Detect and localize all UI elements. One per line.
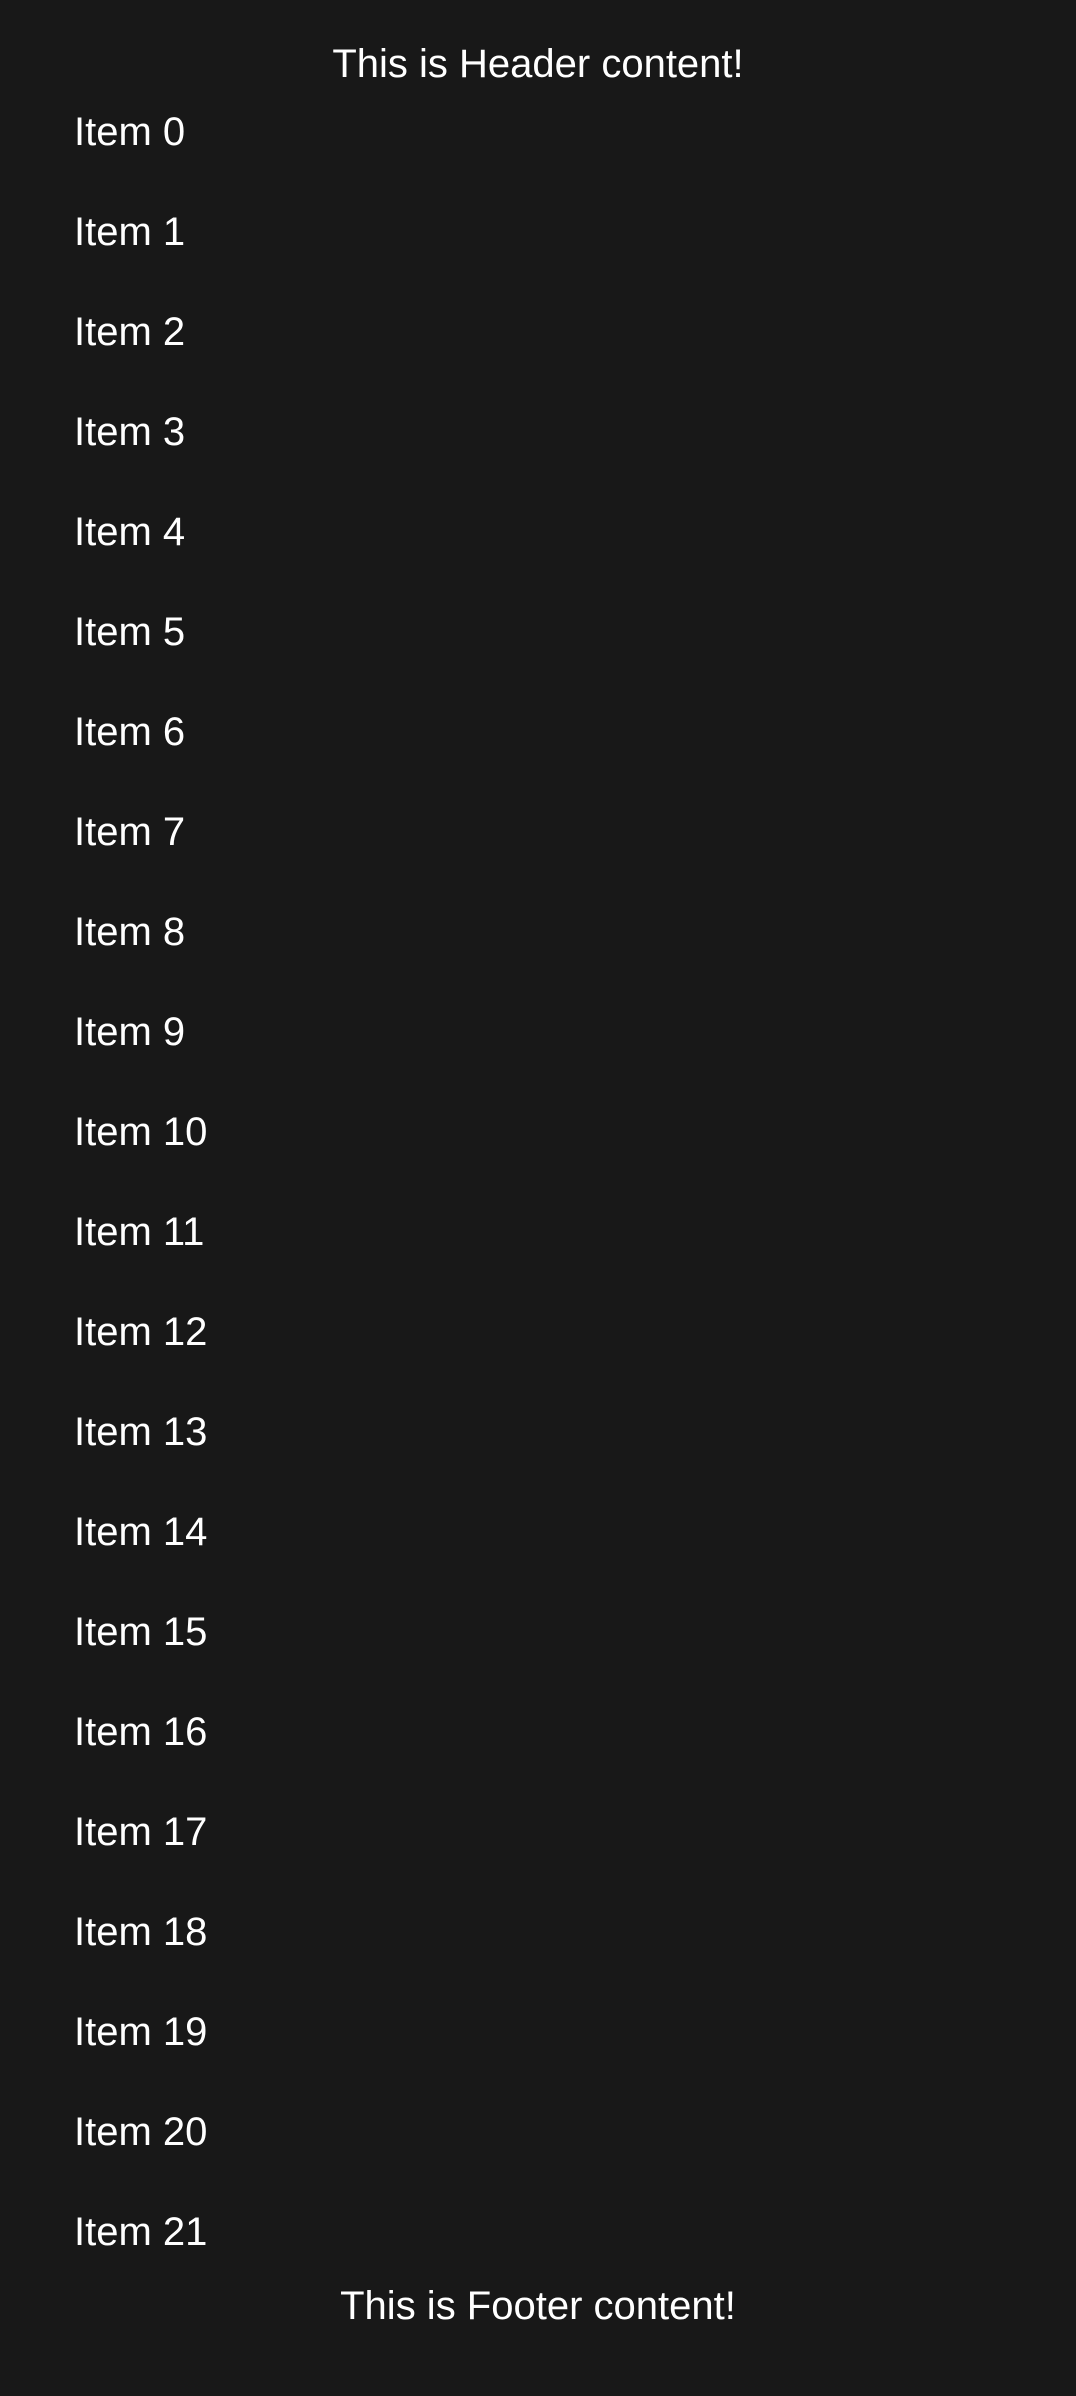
- list-item-label: Item 17: [74, 1810, 208, 1854]
- header-text: This is Header content!: [332, 42, 744, 86]
- list-item-label: Item 12: [74, 1310, 208, 1354]
- list-item-label: Item 10: [74, 1110, 208, 1154]
- list-item-label: Item 14: [74, 1510, 208, 1554]
- list-item-label: Item 3: [74, 410, 186, 454]
- item-list: Item 0 Item 1 Item 2 Item 3 Item 4 Item …: [0, 112, 1076, 2270]
- list-item-label: Item 8: [74, 910, 186, 954]
- list-item-label: Item 16: [74, 1710, 208, 1754]
- list-item-label: Item 11: [74, 1210, 205, 1254]
- list-item-label: Item 6: [74, 710, 186, 754]
- list-item-label: Item 19: [74, 2010, 208, 2054]
- list-item-label: Item 15: [74, 1610, 208, 1654]
- list-item-label: Item 18: [74, 1910, 208, 1954]
- list-item-label: Item 0: [74, 112, 186, 154]
- list-item-label: Item 13: [74, 1410, 208, 1454]
- list-item-label: Item 4: [74, 510, 186, 554]
- footer-text: This is Footer content!: [340, 2284, 736, 2328]
- list-item-label: Item 21: [74, 2210, 208, 2254]
- header: This is Header content!: [0, 0, 1076, 112]
- footer: This is Footer content!: [0, 2270, 1076, 2396]
- list-item-label: Item 7: [74, 810, 186, 854]
- list-item-label: Item 9: [74, 1010, 186, 1054]
- list-item-label: Item 1: [74, 210, 186, 254]
- item-list-viewport[interactable]: Item 0 Item 1 Item 2 Item 3 Item 4 Item …: [0, 112, 1076, 2270]
- list-item-label: Item 2: [74, 310, 186, 354]
- list-item[interactable]: Item 21: [0, 2212, 1076, 2270]
- list-item-label: Item 5: [74, 610, 186, 654]
- list-item-label: Item 20: [74, 2110, 208, 2154]
